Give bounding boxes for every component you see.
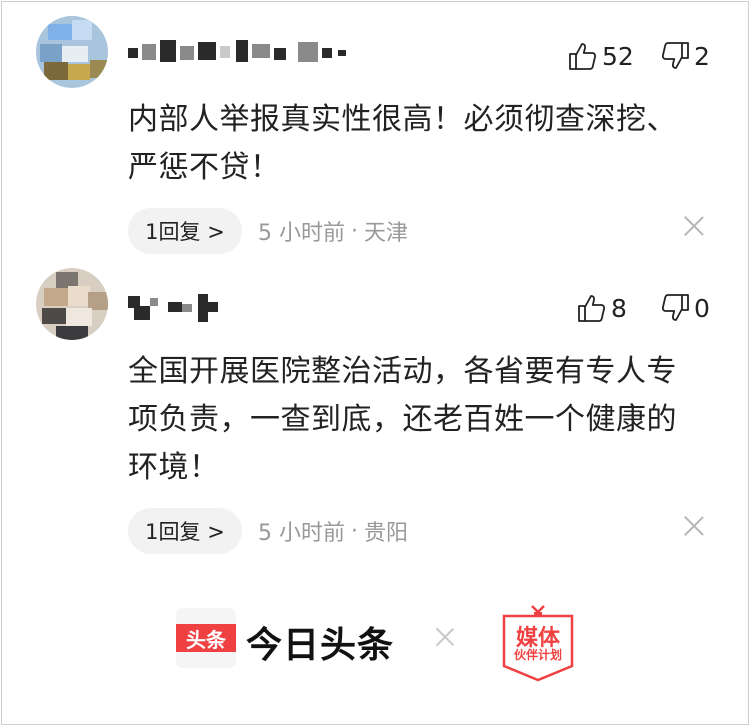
like-button[interactable]: 52 (567, 38, 634, 74)
comment-text-line: 项负责，一查到底，还老百姓一个健康的 (128, 402, 677, 437)
toutiao-badge: 头条 (176, 624, 236, 652)
like-count: 52 (602, 41, 634, 71)
dislike-count: 2 (694, 41, 710, 71)
username-masked[interactable] (128, 40, 368, 64)
username-masked[interactable] (128, 294, 368, 322)
avatar[interactable] (36, 16, 108, 88)
close-icon[interactable] (684, 216, 704, 236)
comment-text-line: 内部人举报真实性很高！必须彻查深挖、 (128, 102, 677, 137)
partner-subtitle: 伙伴计划 (513, 648, 562, 662)
toutiao-logo-icon: 头条 (176, 608, 236, 668)
comment-location: 天津 (364, 221, 409, 246)
meta-separator: · (351, 218, 358, 244)
reply-count-button[interactable]: 1回复 > (128, 208, 242, 254)
dislike-button[interactable]: 0 (659, 290, 710, 326)
comment-location: 贵阳 (364, 521, 409, 546)
like-count: 8 (611, 293, 627, 323)
comment-text: 内部人举报真实性很高！必须彻查深挖、 严惩不贷！ (128, 96, 718, 192)
comment-meta: 5 小时前 · 天津 (258, 208, 408, 254)
like-button[interactable]: 8 (576, 290, 627, 326)
footer-branding: 头条 今日头条 媒体 伙伴计划 (0, 600, 750, 690)
close-icon[interactable] (684, 516, 704, 536)
comment-time: 5 小时前 (258, 221, 345, 246)
comment-time: 5 小时前 (258, 521, 345, 546)
thumbs-down-icon (661, 294, 689, 321)
collab-cross-icon (436, 628, 454, 646)
comment-text-line: 环境！ (128, 450, 220, 485)
comment-meta: 5 小时前 · 贵阳 (258, 508, 408, 554)
comment-text-line: 全国开展医院整治活动，各省要有专人专 (128, 354, 677, 389)
thumbs-up-icon (578, 295, 606, 322)
comment-text-line: 严惩不贷！ (128, 150, 281, 185)
media-partner-badge: 媒体 伙伴计划 (498, 602, 578, 682)
comment-text: 全国开展医院整治活动，各省要有专人专 项负责，一查到底，还老百姓一个健康的 环境… (128, 348, 718, 492)
thumbs-up-icon (569, 43, 597, 70)
thumbs-down-icon (661, 42, 689, 69)
avatar[interactable] (36, 268, 108, 340)
dislike-button[interactable]: 2 (659, 38, 710, 74)
reply-count-button[interactable]: 1回复 > (128, 508, 242, 554)
dislike-count: 0 (694, 293, 710, 323)
meta-separator: · (351, 518, 358, 544)
app-name: 今日头条 (246, 625, 395, 666)
